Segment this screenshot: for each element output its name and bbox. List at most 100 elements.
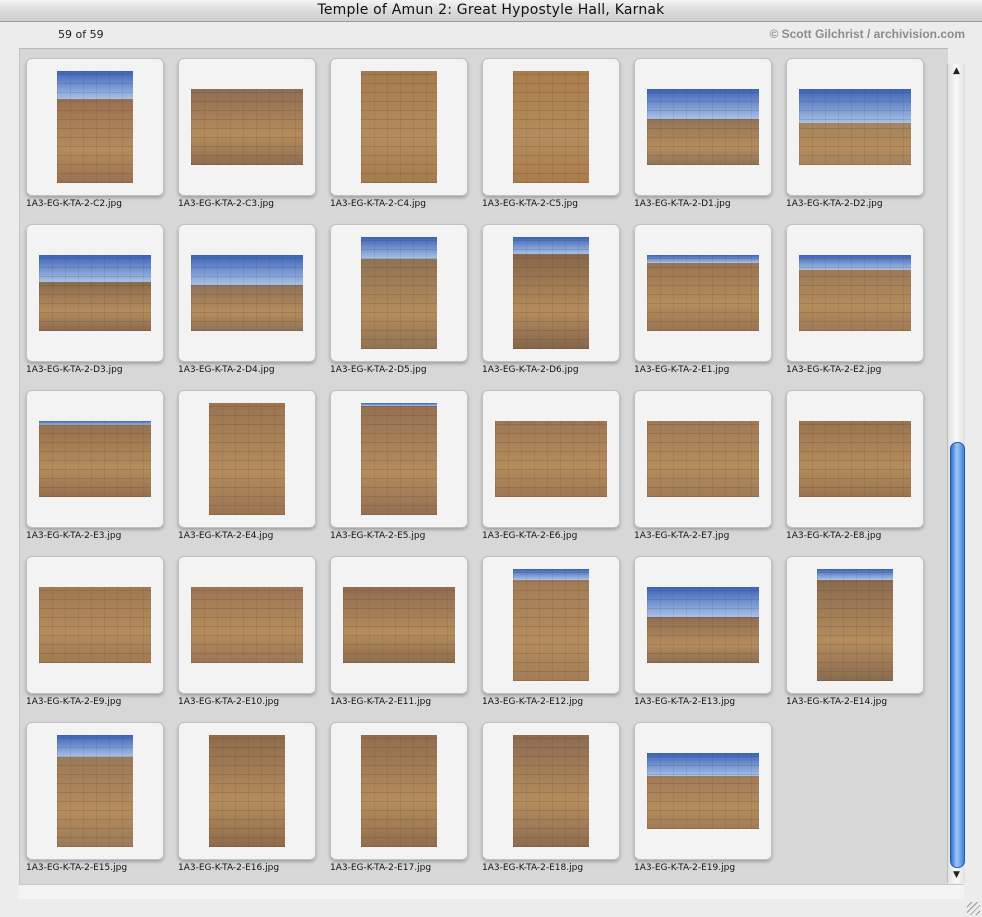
thumbnail-item[interactable]: 1A3-EG-K-TA-2-E17.jpg (329, 721, 481, 884)
thumbnail-frame[interactable] (330, 224, 468, 362)
thumbnail-item[interactable]: 1A3-EG-K-TA-2-C3.jpg (177, 57, 329, 223)
thumbnail-item[interactable]: 1A3-EG-K-TA-2-E9.jpg (25, 555, 177, 721)
thumbnail-frame[interactable] (634, 722, 772, 860)
thumbnail-frame[interactable] (330, 556, 468, 694)
thumbnail-frame[interactable] (786, 58, 924, 196)
thumbnail-image[interactable] (57, 71, 133, 183)
thumbnail-image[interactable] (495, 421, 607, 497)
thumbnail-item[interactable]: 1A3-EG-K-TA-2-E4.jpg (177, 389, 329, 555)
thumbnail-frame[interactable] (482, 390, 620, 528)
thumbnail-item[interactable]: 1A3-EG-K-TA-2-E11.jpg (329, 555, 481, 721)
thumbnail-image[interactable] (513, 237, 589, 349)
thumbnail-image[interactable] (513, 71, 589, 183)
thumbnail-filename: 1A3-EG-K-TA-2-E10.jpg (178, 697, 280, 707)
thumbnail-image[interactable] (817, 569, 893, 681)
thumbnail-image[interactable] (343, 587, 455, 663)
thumbnail-image[interactable] (39, 255, 151, 331)
thumbnail-frame[interactable] (634, 556, 772, 694)
thumbnail-frame[interactable] (634, 390, 772, 528)
thumbnail-item[interactable]: 1A3-EG-K-TA-2-E19.jpg (633, 721, 785, 884)
thumbnail-frame[interactable] (178, 224, 316, 362)
thumbnail-image[interactable] (799, 255, 911, 331)
thumbnail-filename: 1A3-EG-K-TA-2-C4.jpg (330, 199, 426, 209)
thumbnail-item[interactable]: 1A3-EG-K-TA-2-E18.jpg (481, 721, 633, 884)
thumbnail-frame[interactable] (482, 722, 620, 860)
thumbnail-item[interactable]: 1A3-EG-K-TA-2-D2.jpg (785, 57, 937, 223)
thumbnail-item[interactable]: 1A3-EG-K-TA-2-E14.jpg (785, 555, 937, 721)
thumbnail-image[interactable] (799, 421, 911, 497)
scroll-thumb[interactable] (950, 442, 965, 868)
thumbnail-image[interactable] (191, 587, 303, 663)
thumbnail-frame[interactable] (26, 58, 164, 196)
thumbnail-item[interactable]: 1A3-EG-K-TA-2-D3.jpg (25, 223, 177, 389)
thumbnail-filename: 1A3-EG-K-TA-2-E3.jpg (26, 531, 122, 541)
thumbnail-frame[interactable] (26, 556, 164, 694)
thumbnail-image[interactable] (209, 403, 285, 515)
vertical-scrollbar[interactable]: ▲ ▼ (947, 64, 965, 883)
thumbnail-frame[interactable] (178, 390, 316, 528)
thumbnail-image[interactable] (647, 255, 759, 331)
resize-grip-icon[interactable] (967, 902, 980, 915)
thumbnail-image[interactable] (361, 403, 437, 515)
thumbnail-frame[interactable] (330, 58, 468, 196)
thumbnail-image[interactable] (513, 569, 589, 681)
thumbnail-item[interactable]: 1A3-EG-K-TA-2-E13.jpg (633, 555, 785, 721)
thumbnail-frame[interactable] (786, 390, 924, 528)
thumbnail-image[interactable] (647, 587, 759, 663)
thumbnail-item[interactable]: 1A3-EG-K-TA-2-E8.jpg (785, 389, 937, 555)
thumbnail-item[interactable]: 1A3-EG-K-TA-2-E7.jpg (633, 389, 785, 555)
thumbnail-item[interactable]: 1A3-EG-K-TA-2-E3.jpg (25, 389, 177, 555)
thumbnail-item[interactable]: 1A3-EG-K-TA-2-E2.jpg (785, 223, 937, 389)
thumbnail-frame[interactable] (26, 722, 164, 860)
thumbnail-frame[interactable] (786, 556, 924, 694)
thumbnail-item[interactable]: 1A3-EG-K-TA-2-E15.jpg (25, 721, 177, 884)
thumbnail-item[interactable]: 1A3-EG-K-TA-2-E12.jpg (481, 555, 633, 721)
thumbnail-frame[interactable] (482, 224, 620, 362)
thumbnail-item[interactable]: 1A3-EG-K-TA-2-E10.jpg (177, 555, 329, 721)
thumbnail-frame[interactable] (482, 58, 620, 196)
thumbnail-frame[interactable] (178, 722, 316, 860)
thumbnail-item[interactable]: 1A3-EG-K-TA-2-E16.jpg (177, 721, 329, 884)
thumbnail-browser[interactable]: 1A3-EG-K-TA-2-C2.jpg 1A3-EG-K-TA-2-C3.jpg… (19, 48, 948, 884)
thumbnail-image[interactable] (191, 89, 303, 165)
thumbnail-frame[interactable] (482, 556, 620, 694)
scroll-up-arrow-icon[interactable]: ▲ (948, 64, 965, 79)
thumbnail-filename: 1A3-EG-K-TA-2-C5.jpg (482, 199, 578, 209)
thumbnail-frame[interactable] (26, 390, 164, 528)
thumbnail-image[interactable] (361, 237, 437, 349)
thumbnail-image[interactable] (513, 735, 589, 847)
thumbnail-frame[interactable] (330, 390, 468, 528)
thumbnail-filename: 1A3-EG-K-TA-2-E16.jpg (178, 863, 280, 873)
thumbnail-image[interactable] (647, 89, 759, 165)
thumbnail-image[interactable] (647, 753, 759, 829)
thumbnail-item[interactable]: 1A3-EG-K-TA-2-D1.jpg (633, 57, 785, 223)
thumbnail-item[interactable]: 1A3-EG-K-TA-2-C5.jpg (481, 57, 633, 223)
thumbnail-frame[interactable] (178, 58, 316, 196)
thumbnail-frame[interactable] (26, 224, 164, 362)
thumbnail-item[interactable]: 1A3-EG-K-TA-2-D6.jpg (481, 223, 633, 389)
thumbnail-item[interactable]: 1A3-EG-K-TA-2-C2.jpg (25, 57, 177, 223)
thumbnail-frame[interactable] (178, 556, 316, 694)
thumbnail-item[interactable]: 1A3-EG-K-TA-2-D4.jpg (177, 223, 329, 389)
thumbnail-item[interactable]: 1A3-EG-K-TA-2-C4.jpg (329, 57, 481, 223)
thumbnail-frame[interactable] (634, 58, 772, 196)
thumbnail-image[interactable] (209, 735, 285, 847)
thumbnail-item[interactable]: 1A3-EG-K-TA-2-E6.jpg (481, 389, 633, 555)
thumbnail-frame[interactable] (634, 224, 772, 362)
thumbnail-image[interactable] (191, 255, 303, 331)
thumbnail-image[interactable] (39, 587, 151, 663)
thumbnail-image[interactable] (799, 89, 911, 165)
thumbnail-item[interactable]: 1A3-EG-K-TA-2-D5.jpg (329, 223, 481, 389)
thumbnail-item[interactable]: 1A3-EG-K-TA-2-E5.jpg (329, 389, 481, 555)
thumbnail-image[interactable] (57, 735, 133, 847)
thumbnail-item[interactable]: 1A3-EG-K-TA-2-E1.jpg (633, 223, 785, 389)
thumbnail-image[interactable] (361, 735, 437, 847)
thumbnail-frame[interactable] (330, 722, 468, 860)
thumbnail-image[interactable] (39, 421, 151, 497)
thumbnail-image[interactable] (361, 71, 437, 183)
scroll-down-arrow-icon[interactable]: ▼ (948, 868, 965, 883)
window-title: Temple of Amun 2: Great Hypostyle Hall, … (0, 0, 982, 22)
thumbnail-image[interactable] (647, 421, 759, 497)
thumbnail-frame[interactable] (786, 224, 924, 362)
thumbnail-filename: 1A3-EG-K-TA-2-D5.jpg (330, 365, 427, 375)
